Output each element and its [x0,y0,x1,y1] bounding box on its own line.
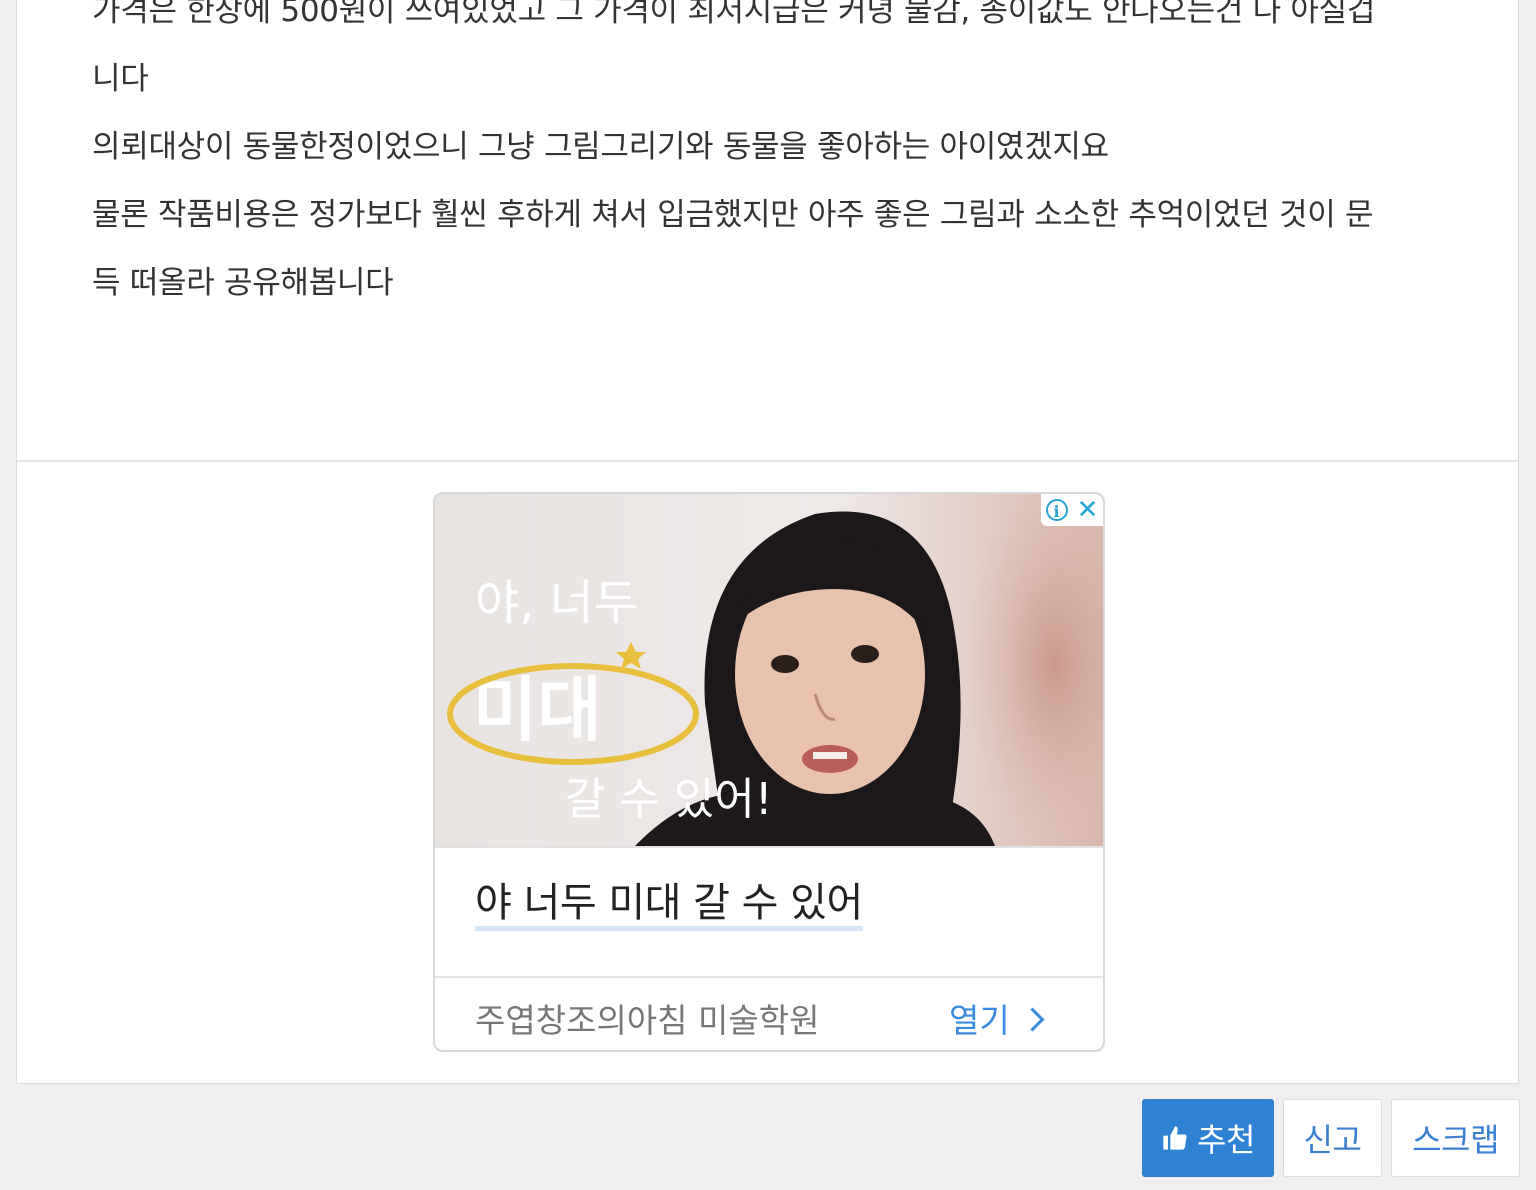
ad-advertiser: 주엽창조의아침 미술학원 [475,1001,820,1040]
scrap-button[interactable]: 스크랩 [1391,1099,1520,1177]
ad-controls: i ✕ [1041,494,1103,526]
ad-headline[interactable]: 야 너두 미대 갈 수 있어 [475,880,863,931]
ad-open-label: 열기 [949,1001,1010,1040]
ad-image-line2: 미대 [473,669,602,751]
content-divider [17,460,1518,462]
recommend-button[interactable]: 추천 [1142,1099,1274,1177]
ad-open-button[interactable]: 열기 [949,994,1045,1042]
scrap-label: 스크랩 [1412,1121,1499,1159]
ad-footer-divider [435,976,1103,978]
advertisement[interactable]: 야, 너두 미대 갈 수 있어! i ✕ 야 너두 미대 갈 수 있어 주엽창조… [433,492,1105,1052]
ad-image-line1: 야, 너두 [475,575,638,631]
info-icon[interactable]: i [1045,499,1068,521]
article-body: 가격은 한장에 500원이 쓰여있었고 그 가격이 최저시급은 커녕 물감, 종… [92,0,1452,317]
article-line: 가격은 한장에 500원이 쓰여있었고 그 가격이 최저시급은 커녕 물감, 종… [92,0,1376,29]
post-card: 가격은 한장에 500원이 쓰여있었고 그 가격이 최저시급은 커녕 물감, 종… [16,0,1519,1084]
report-label: 신고 [1303,1121,1362,1159]
article-line: 니다 [92,61,149,97]
ad-image-line3: 갈 수 있어! [565,774,773,825]
thumbs-up-icon [1163,1126,1187,1150]
article-line: 물론 작품비용은 정가보다 훨씬 후하게 쳐서 입금했지만 아주 좋은 그림과 … [92,197,1374,233]
report-button[interactable]: 신고 [1283,1099,1382,1177]
article-line: 득 떠올라 공유해봅니다 [92,265,394,301]
close-icon[interactable]: ✕ [1077,497,1099,523]
ad-image[interactable]: 야, 너두 미대 갈 수 있어! [435,494,1103,848]
article-line: 의뢰대상이 동물한정이었으니 그냥 그림그리기와 동물을 좋아하는 아이였겠지요 [92,129,1109,165]
chevron-right-icon [1020,1006,1045,1032]
recommend-label: 추천 [1197,1121,1255,1159]
